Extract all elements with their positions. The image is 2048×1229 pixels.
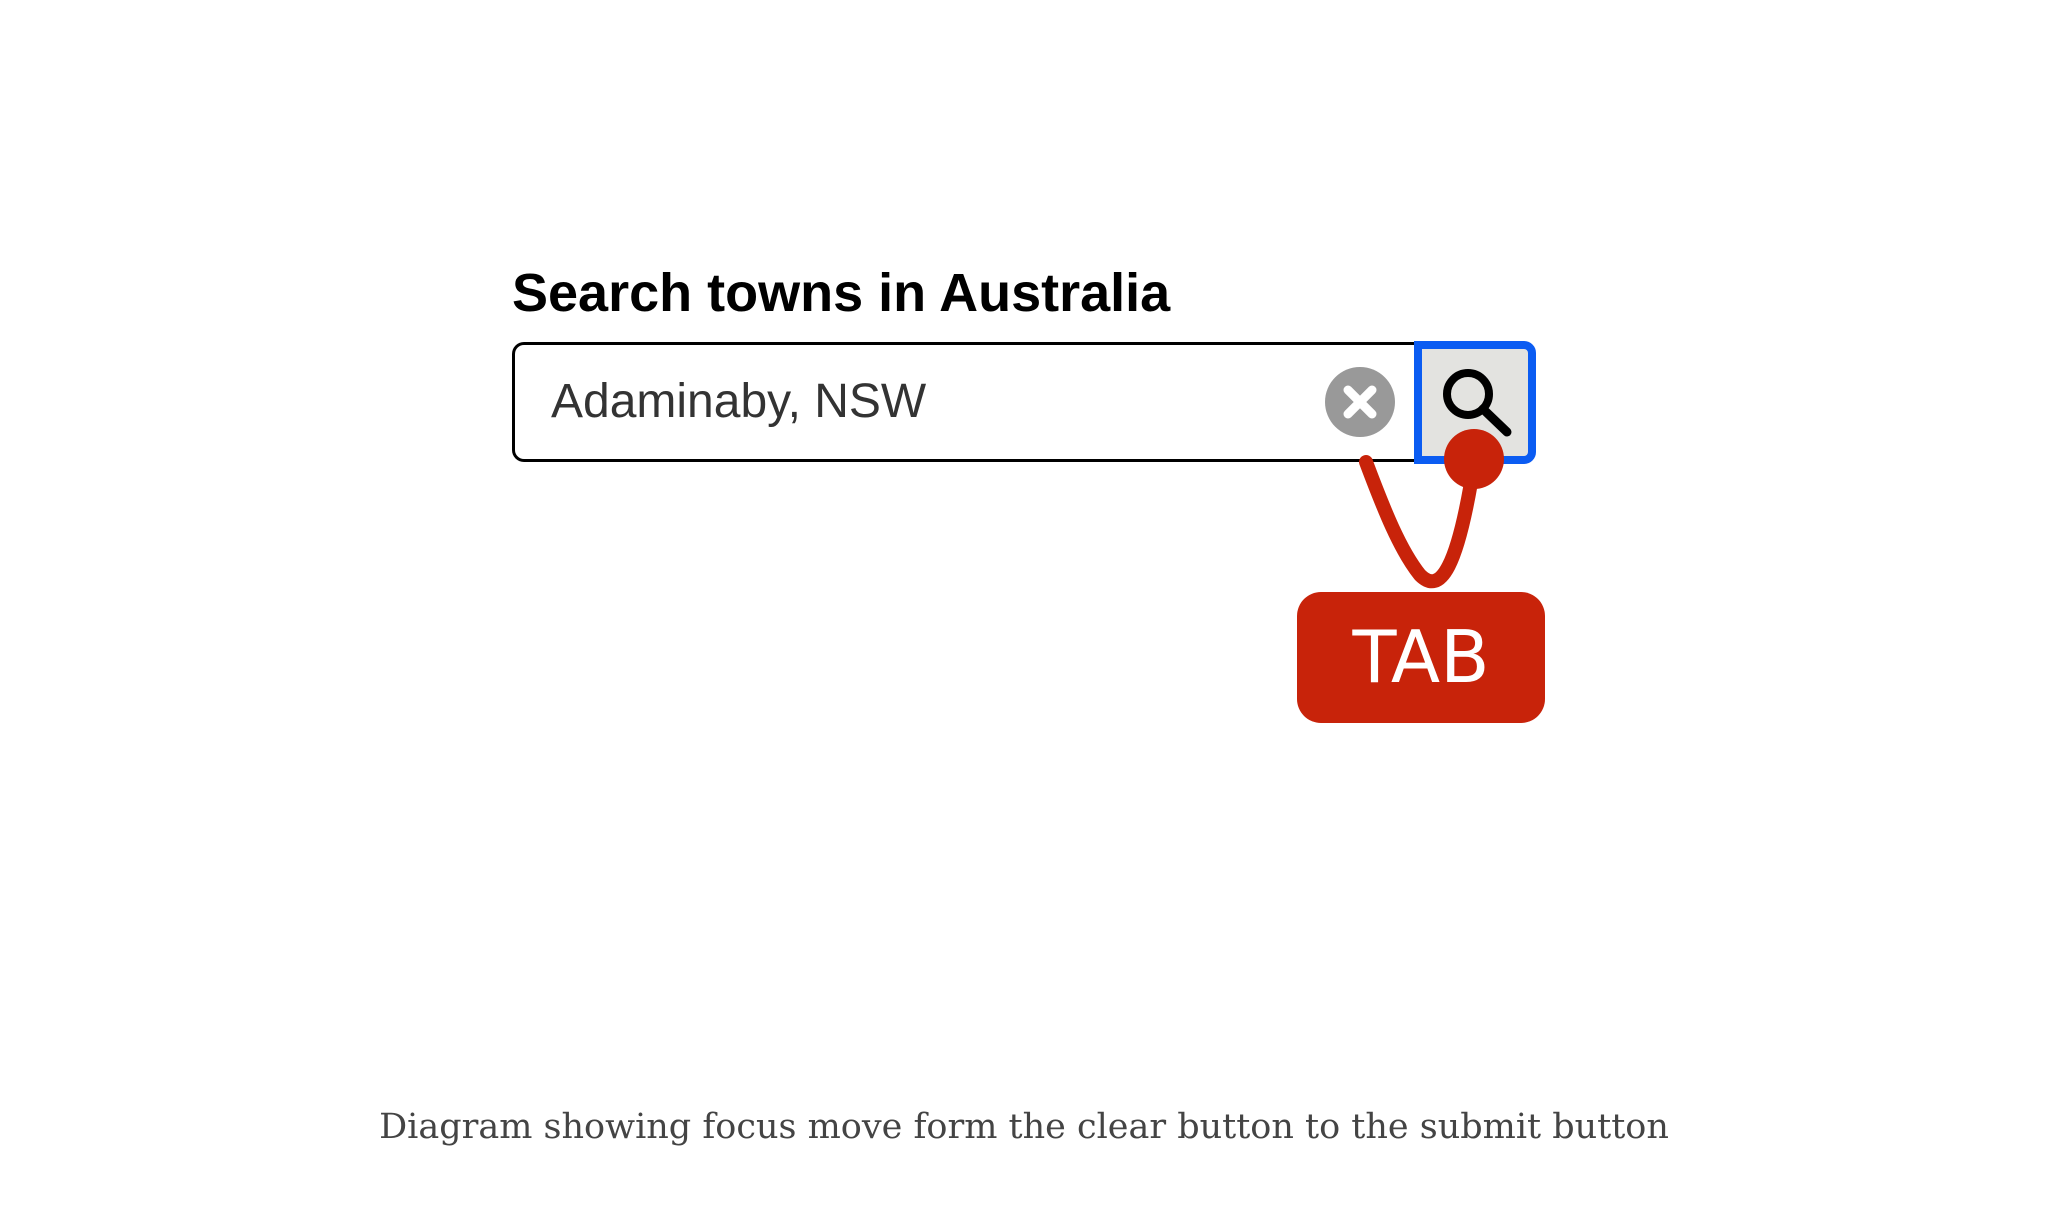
search-field: [512, 342, 1418, 462]
search-label: Search towns in Australia: [512, 263, 1171, 323]
focus-target-dot: [1444, 429, 1504, 489]
focus-move-arrow: [1359, 429, 1504, 589]
tab-key-badge: TAB: [1297, 592, 1545, 723]
search-input[interactable]: [551, 367, 1311, 437]
figure-caption: Diagram showing focus move form the clea…: [379, 1107, 1669, 1147]
